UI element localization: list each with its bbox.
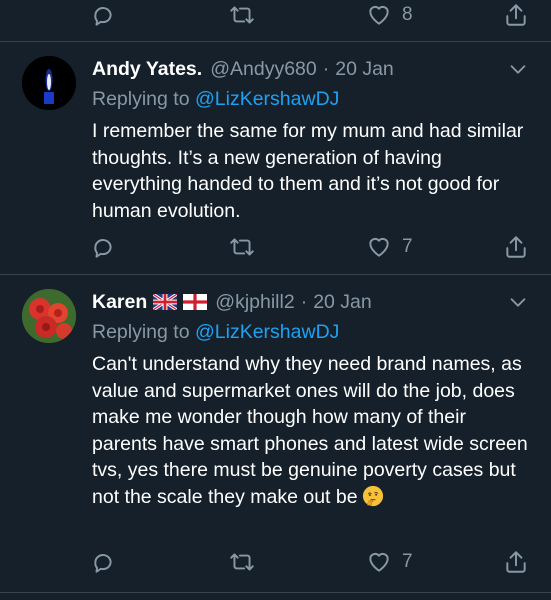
divider (0, 592, 551, 593)
heart-icon (369, 5, 389, 25)
reply-icon (94, 554, 112, 573)
avatar[interactable] (22, 289, 76, 343)
tweet-header: Karen @kjphill2 · 20 Jan (92, 289, 491, 315)
tweet-text-container: Can't understand why they need brand nam… (92, 351, 532, 510)
share-button[interactable] (503, 0, 529, 30)
replying-to-label: Replying to (92, 88, 190, 110)
reply-icon (94, 239, 112, 258)
heart-icon (369, 552, 389, 572)
chevron-down-icon[interactable] (507, 291, 529, 313)
tweet-date[interactable]: 20 Jan (313, 289, 372, 315)
tweet-andy-yates[interactable]: Andy Yates. @Andyy680 · 20 Jan Replying … (0, 42, 551, 272)
retweet-button[interactable] (228, 547, 256, 577)
red-roses-avatar-image (22, 289, 76, 343)
replying-to-link[interactable]: @LizKershawDJ (195, 321, 339, 343)
tweet-text: I remember the same for my mum and had s… (92, 120, 524, 222)
retweet-button[interactable] (228, 232, 256, 262)
reply-button[interactable] (90, 232, 116, 262)
replying-to-label: Replying to (92, 321, 190, 343)
retweet-icon (230, 6, 254, 24)
retweet-icon (230, 238, 254, 256)
share-button[interactable] (503, 232, 529, 262)
share-button[interactable] (503, 547, 529, 577)
share-icon (506, 551, 526, 573)
heart-icon (369, 237, 389, 257)
candle-avatar-image (22, 56, 76, 110)
user-handle[interactable]: @Andyy680 (210, 56, 317, 82)
like-button[interactable]: 7 (366, 547, 413, 577)
like-count: 7 (402, 551, 413, 572)
user-handle[interactable]: @kjphill2 (215, 289, 294, 315)
like-count: 7 (402, 236, 413, 257)
tweet-karen[interactable]: Karen @kjphill2 · 20 Jan Replying to @Li… (0, 275, 551, 590)
replying-to-line: Replying to @LizKershawDJ (92, 86, 339, 112)
action-bar: 7 (0, 232, 551, 262)
reply-button[interactable] (90, 0, 116, 30)
like-button[interactable]: 7 (366, 232, 413, 262)
reply-button[interactable] (90, 547, 116, 577)
action-bar-top: 8 (0, 0, 551, 30)
display-name[interactable]: Karen (92, 289, 147, 315)
england-flag-icon (183, 294, 208, 310)
like-button[interactable]: 8 (366, 0, 413, 30)
share-icon (506, 4, 526, 26)
display-name[interactable]: Andy Yates. (92, 56, 202, 82)
replying-to-line: Replying to @LizKershawDJ (92, 319, 339, 345)
uk-flag-icon (153, 294, 178, 310)
separator-dot: · (322, 58, 330, 80)
tweet-text: Can't understand why they need brand nam… (92, 353, 528, 508)
action-bar: 7 (0, 547, 551, 577)
thinking-face-emoji-icon (362, 485, 383, 506)
replying-to-link[interactable]: @LizKershawDJ (195, 88, 339, 110)
avatar[interactable] (22, 56, 76, 110)
reply-icon (94, 7, 112, 26)
share-icon (506, 236, 526, 258)
tweet-header: Andy Yates. @Andyy680 · 20 Jan (92, 56, 491, 82)
chevron-down-icon[interactable] (507, 58, 529, 80)
retweet-icon (230, 553, 254, 571)
tweet-date[interactable]: 20 Jan (335, 56, 394, 82)
like-count: 8 (402, 4, 413, 25)
retweet-button[interactable] (228, 0, 256, 30)
separator-dot: · (300, 291, 308, 313)
